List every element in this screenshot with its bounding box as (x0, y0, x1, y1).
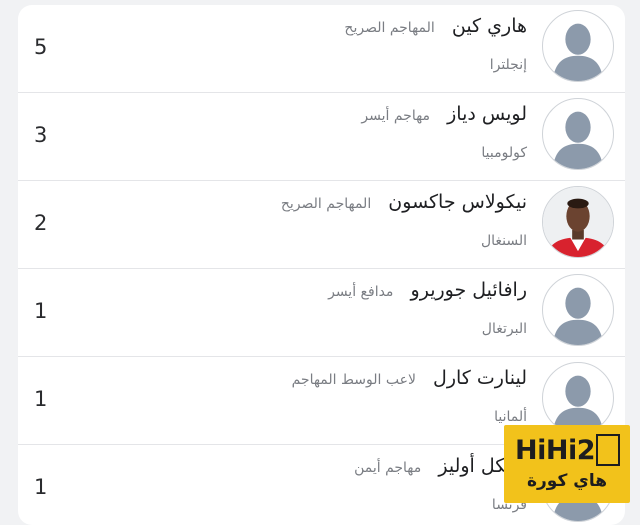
avatar (542, 362, 614, 434)
player-position: مهاجم أيمن (354, 460, 422, 476)
user-silhouette-icon (552, 111, 604, 169)
player-country: كولومبيا (481, 145, 527, 161)
player-position: المهاجم الصريح (344, 20, 435, 36)
watermark-wordmark: HiHi2 (515, 435, 596, 466)
player-row[interactable]: هاري كين المهاجم الصريح إنجلترا 5 (18, 5, 625, 93)
player-country: إنجلترا (489, 57, 527, 73)
player-name[interactable]: لويس دياز (447, 103, 527, 125)
avatar (542, 186, 614, 258)
goals-count: 1 (34, 475, 48, 499)
player-name[interactable]: رافائيل جوريرو (411, 279, 527, 301)
player-name[interactable]: لينارت كارل (433, 367, 527, 389)
user-silhouette-icon (552, 287, 604, 345)
player-name-line: لينارت كارل لاعب الوسط المهاجم (292, 367, 527, 389)
player-position: مدافع أيسر (328, 284, 394, 300)
user-silhouette-icon (552, 23, 604, 81)
watermark-arabic: هاي كورة (526, 471, 608, 491)
player-country: السنغال (480, 233, 527, 249)
player-name-line: هاري كين المهاجم الصريح (344, 15, 527, 37)
player-country: ألمانيا (494, 409, 527, 425)
avatar (542, 10, 614, 82)
goals-count: 5 (34, 35, 48, 59)
goals-count: 2 (34, 211, 48, 235)
goals-count: 3 (34, 123, 48, 147)
player-name[interactable]: هاري كين (452, 15, 527, 37)
avatar (542, 98, 614, 170)
player-position: لاعب الوسط المهاجم (291, 372, 416, 388)
hihi2-watermark-logo: HiHi2 هاي كورة (504, 425, 630, 503)
goals-count: 1 (34, 299, 48, 323)
goals-count: 1 (34, 387, 48, 411)
watermark-box (596, 434, 620, 466)
player-name-line: مايكل أوليز مهاجم أيمن (354, 455, 527, 477)
player-name[interactable]: نيكولاس جاكسون (388, 191, 527, 213)
player-row[interactable]: لويس دياز مهاجم أيسر كولومبيا 3 (18, 93, 625, 181)
player-row[interactable]: نيكولاس جاكسون المهاجم الصريح السنغال 2 (18, 181, 625, 269)
player-country: البرتغال (481, 321, 527, 337)
player-name-line: لويس دياز مهاجم أيسر (361, 103, 527, 125)
player-name-line: رافائيل جوريرو مدافع أيسر (328, 279, 527, 301)
player-photo-icon (543, 187, 613, 257)
player-name-line: نيكولاس جاكسون المهاجم الصريح (281, 191, 527, 213)
player-row[interactable]: رافائيل جوريرو مدافع أيسر البرتغال 1 (18, 269, 625, 357)
player-position: المهاجم الصريح (280, 196, 372, 212)
avatar (542, 274, 614, 346)
player-position: مهاجم أيسر (361, 108, 431, 124)
user-silhouette-icon (552, 375, 604, 433)
